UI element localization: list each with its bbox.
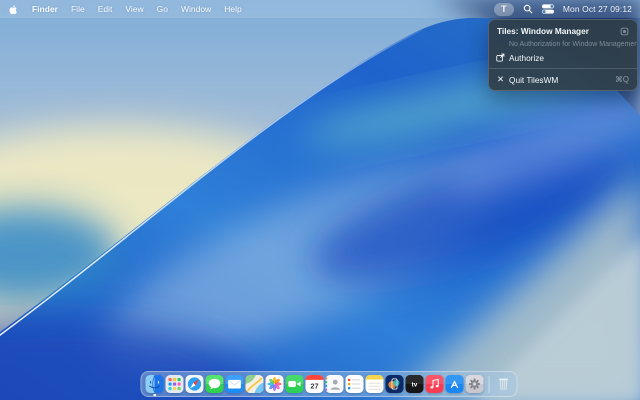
dock-item-appstore[interactable] [445, 375, 464, 393]
reminders-icon [345, 375, 364, 393]
photos-icon [265, 375, 284, 393]
svg-text:27: 27 [310, 382, 318, 391]
menu-window[interactable]: Window [181, 4, 211, 14]
running-indicator [153, 393, 156, 396]
contacts-icon [325, 375, 344, 393]
dock-item-mail[interactable] [225, 375, 244, 393]
messages-icon [205, 375, 224, 393]
menu-bar: Finder File Edit View Go Window Help T Mon Oct… [0, 0, 640, 18]
menu-bar-clock[interactable]: Mon Oct 27 09:12 [563, 4, 632, 14]
safari-icon [185, 375, 204, 393]
dock-item-contacts[interactable] [325, 375, 344, 393]
menu-help[interactable]: Help [224, 4, 241, 14]
dock-separator [488, 375, 490, 393]
dock-item-maps[interactable] [245, 375, 264, 393]
authorize-arrow-icon [496, 53, 505, 62]
panel-indicator-icon[interactable] [620, 27, 629, 36]
dock-item-trash[interactable] [495, 375, 513, 393]
dock-item-iphone-mirroring[interactable] [385, 375, 404, 393]
dock-item-launchpad[interactable] [165, 375, 184, 393]
dock-item-messages[interactable] [205, 375, 224, 393]
iphone-mirroring-icon [385, 375, 404, 393]
tiles-menu-title: Tiles: Window Manager [497, 26, 589, 36]
facetime-icon [285, 375, 304, 393]
menu-item-no-authorization: No Authorization for Window Management [509, 41, 637, 48]
dock-item-finder[interactable] [145, 375, 164, 396]
calendar-icon: 27 [305, 375, 324, 393]
menu-item-quit-tileswm[interactable]: ✕ Quit TilesWM ⌘Q [489, 72, 637, 87]
menu-file[interactable]: File [71, 4, 85, 14]
launchpad-icon [165, 375, 184, 393]
finder-icon [145, 375, 164, 393]
tv-icon: tv [405, 375, 424, 393]
music-icon [425, 375, 444, 393]
menu-item-shortcut: ⌘Q [615, 75, 629, 84]
dock-item-tv[interactable]: tv [405, 375, 424, 393]
menu-separator [489, 68, 637, 69]
trash-icon [495, 375, 513, 393]
menu-edit[interactable]: Edit [98, 4, 113, 14]
menu-go[interactable]: Go [157, 4, 168, 14]
appstore-icon [445, 375, 464, 393]
mail-icon [225, 375, 244, 393]
dock-item-reminders[interactable] [345, 375, 364, 393]
maps-icon [245, 375, 264, 393]
tiles-dropdown-menu: Tiles: Window Manager No Authorization f… [488, 19, 638, 91]
dock-item-photos[interactable] [265, 375, 284, 393]
apple-menu[interactable] [8, 4, 19, 15]
tiles-menu-bar-button[interactable]: T [493, 2, 514, 16]
dock-item-settings[interactable] [465, 375, 484, 393]
desktop: Finder File Edit View Go Window Help T Mon Oct… [0, 0, 640, 400]
dock-item-music[interactable] [425, 375, 444, 393]
dock-item-notes[interactable] [365, 375, 384, 393]
menu-bar-status: T Mon Oct 27 09:12 [493, 2, 632, 16]
control-center-icon[interactable] [541, 4, 554, 14]
menu-item-label: Authorize [509, 52, 545, 63]
close-x-icon: ✕ [496, 74, 505, 85]
menu-finder[interactable]: Finder [32, 4, 58, 14]
apple-icon [9, 4, 17, 14]
dock-item-safari[interactable] [185, 375, 204, 393]
menu-item-label: Quit TilesWM [509, 74, 559, 85]
dock: 27 tv [140, 371, 518, 397]
menu-item-authorize[interactable]: Authorize [489, 50, 637, 65]
dock-item-facetime[interactable] [285, 375, 304, 393]
dock-item-calendar[interactable]: 27 [305, 375, 324, 393]
notes-icon [365, 375, 384, 393]
svg-text:tv: tv [412, 382, 418, 389]
app-menu-items: Finder File Edit View Go Window Help [32, 4, 242, 14]
tiles-menu-header: Tiles: Window Manager [489, 23, 637, 39]
search-icon[interactable] [523, 4, 533, 14]
settings-icon [465, 375, 484, 393]
menu-view[interactable]: View [125, 4, 143, 14]
